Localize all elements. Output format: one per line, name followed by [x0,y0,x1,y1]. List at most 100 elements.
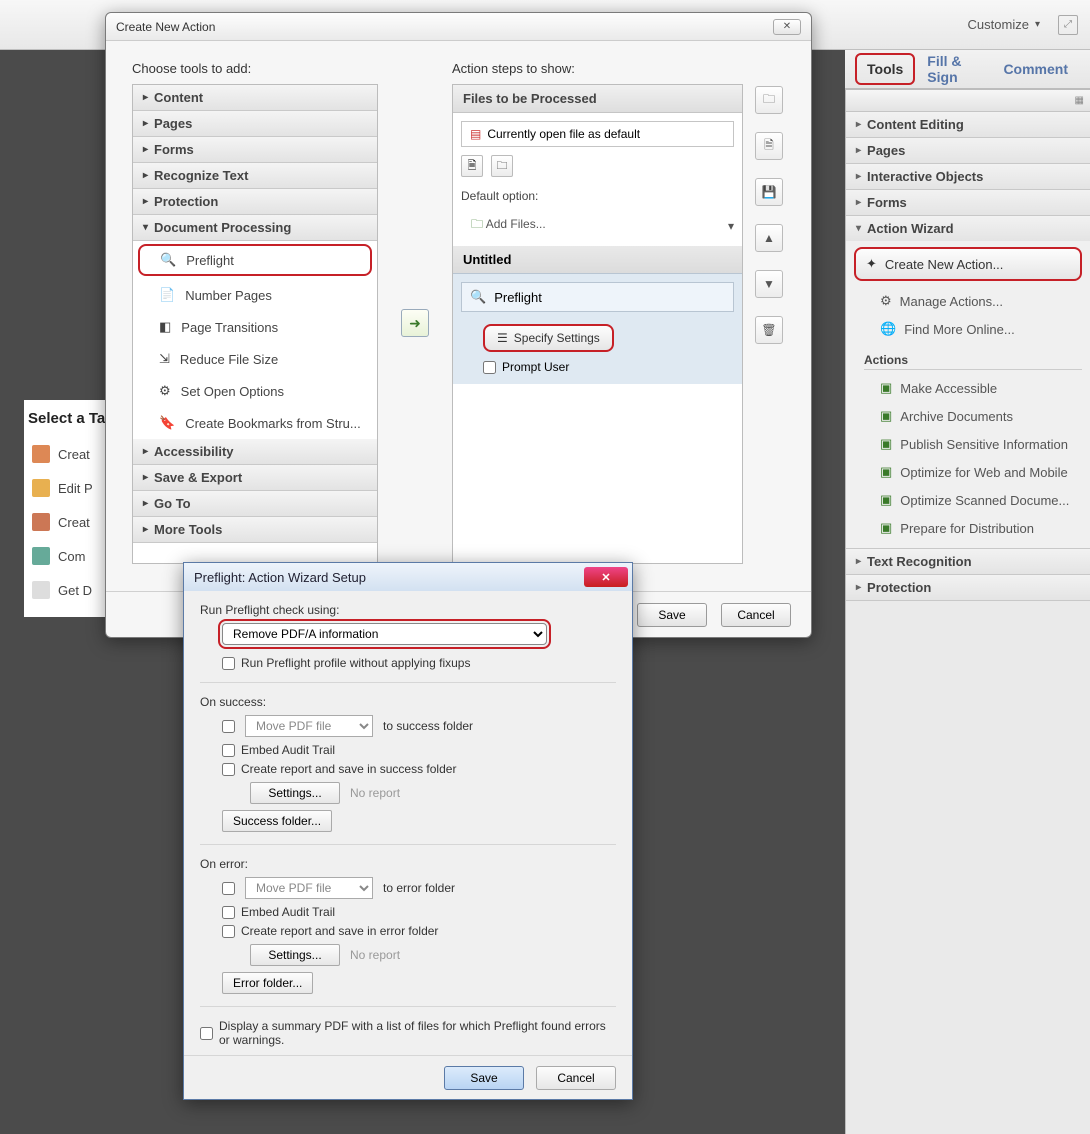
cat-save-export[interactable]: ▸Save & Export [133,465,377,491]
page-plus-icon: 🗎 [764,136,774,157]
task-item-2[interactable]: Edit P [28,471,113,505]
error-report-checkbox[interactable] [222,925,235,938]
add-arrow-icon: ➜ [409,315,421,332]
tool-preflight[interactable]: 🔍Preflight [138,244,372,276]
task-item-5[interactable]: Get D [28,573,113,607]
preflight-cancel-button[interactable]: Cancel [536,1066,616,1090]
check-icon: ▣ [880,408,892,424]
maximize-icon[interactable]: ⤢ [1058,15,1078,35]
customize-dropdown[interactable]: Customize [960,13,1048,36]
triangle-up-icon: ▲ [763,231,775,245]
file-icon: 🗎 [468,157,477,176]
task-item-4[interactable]: Com [28,539,113,573]
action-publish-sensitive[interactable]: ▣Publish Sensitive Information [854,430,1082,458]
to-error-label: to error folder [383,881,455,895]
cat-forms[interactable]: ▸Forms [133,137,377,163]
cat-recognize-text[interactable]: ▸Recognize Text [133,163,377,189]
dialog-cancel-button[interactable]: Cancel [721,603,791,627]
success-settings-button[interactable]: Settings... [250,782,340,804]
preflight-profile-select[interactable]: Remove PDF/A information [222,623,547,645]
cat-go-to[interactable]: ▸Go To [133,491,377,517]
success-move-checkbox[interactable] [222,720,235,733]
accordion-pages[interactable]: ▸Pages [846,138,1090,163]
prompt-user-row[interactable]: Prompt User [483,360,734,374]
add-page-step-button[interactable]: 🗎 [755,132,783,160]
cat-pages[interactable]: ▸Pages [133,111,377,137]
cat-document-processing[interactable]: ▾Document Processing [133,215,377,241]
success-folder-button[interactable]: Success folder... [222,810,332,832]
task-item-3[interactable]: Creat [28,505,113,539]
panel-header-strip: ▦ [846,90,1090,112]
accordion-protection[interactable]: ▸Protection [846,575,1090,600]
add-file-button[interactable]: 🗎 [461,155,483,177]
specify-settings-button[interactable]: ☰Specify Settings [483,324,614,352]
tool-set-open-options[interactable]: ⚙Set Open Options [133,375,377,407]
accordion-interactive-objects[interactable]: ▸Interactive Objects [846,164,1090,189]
globe-icon: 🌐 [880,321,896,337]
tool-create-bookmarks[interactable]: 🔖Create Bookmarks from Stru... [133,407,377,439]
add-step-button[interactable]: ➜ [401,309,429,337]
error-folder-button[interactable]: Error folder... [222,972,313,994]
delete-step-button[interactable]: 🗑 [755,316,783,344]
move-up-button[interactable]: ▲ [755,224,783,252]
preflight-setup-dialog: Preflight: Action Wizard Setup ✕ Run Pre… [183,562,633,1100]
manage-actions-link[interactable]: ⚙Manage Actions... [854,287,1082,315]
run-preflight-label: Run Preflight check using: [200,603,616,617]
action-archive-documents[interactable]: ▣Archive Documents [854,402,1082,430]
success-move-select[interactable]: Move PDF file [245,715,373,737]
preflight-close-button[interactable]: ✕ [584,567,628,587]
tool-number-pages[interactable]: 📄Number Pages [133,279,377,311]
error-move-select[interactable]: Move PDF file [245,877,373,899]
dialog-titlebar: Create New Action ✕ [106,13,811,41]
without-fixups-checkbox[interactable] [222,657,235,670]
dialog-close-button[interactable]: ✕ [773,19,801,35]
add-folder-button[interactable]: 🗀 [491,155,513,177]
tab-comment[interactable]: Comment [991,53,1080,85]
tab-fill-sign[interactable]: Fill & Sign [915,45,991,93]
compress-icon: ⇲ [159,351,170,367]
dialog-save-button[interactable]: Save [637,603,707,627]
cat-content[interactable]: ▸Content [133,85,377,111]
trash-icon: 🗑 [761,323,776,337]
preflight-save-button[interactable]: Save [444,1066,524,1090]
task-item-1[interactable]: Creat [28,437,113,471]
tool-reduce-file-size[interactable]: ⇲Reduce File Size [133,343,377,375]
add-files-dropdown[interactable]: 🗀 Add Files...▾ [471,215,734,236]
accordion-content-editing[interactable]: ▸Content Editing [846,112,1090,137]
files-processed-header: Files to be Processed [453,85,742,113]
add-save-step-button[interactable]: 💾 [755,178,783,206]
tool-page-transitions[interactable]: ◧Page Transitions [133,311,377,343]
cat-more-tools[interactable]: ▸More Tools [133,517,377,543]
success-embed-checkbox[interactable] [222,744,235,757]
action-make-accessible[interactable]: ▣Make Accessible [854,374,1082,402]
cat-protection[interactable]: ▸Protection [133,189,377,215]
folder-icon: 🗀 [497,157,508,176]
find-more-online-link[interactable]: 🌐Find More Online... [854,315,1082,343]
add-folder-step-button[interactable]: 🗀 [755,86,783,114]
no-report-label: No report [350,786,400,800]
error-settings-button[interactable]: Settings... [250,944,340,966]
action-prepare-distribution[interactable]: ▣Prepare for Distribution [854,514,1082,542]
move-down-button[interactable]: ▼ [755,270,783,298]
tab-tools[interactable]: Tools [855,53,915,85]
create-new-action-button[interactable]: ✦Create New Action... [854,247,1082,281]
pdf-icon [32,445,50,463]
bookmark-icon: 🔖 [159,415,175,431]
save-plus-icon: 💾 [762,185,777,199]
action-optimize-scanned[interactable]: ▣Optimize Scanned Docume... [854,486,1082,514]
action-wizard-body: ✦Create New Action... ⚙Manage Actions...… [846,241,1090,548]
step-preflight[interactable]: 🔍Preflight [461,282,734,312]
gear-icon: ⚙ [880,293,892,309]
actions-section-label: Actions [864,353,1082,370]
prompt-user-checkbox[interactable] [483,361,496,374]
cat-accessibility[interactable]: ▸Accessibility [133,439,377,465]
summary-checkbox[interactable] [200,1027,213,1040]
success-report-checkbox[interactable] [222,763,235,776]
error-embed-checkbox[interactable] [222,906,235,919]
accordion-action-wizard[interactable]: ▾Action Wizard [846,216,1090,241]
transition-icon: ◧ [159,319,171,335]
action-optimize-web[interactable]: ▣Optimize for Web and Mobile [854,458,1082,486]
accordion-forms[interactable]: ▸Forms [846,190,1090,215]
accordion-text-recognition[interactable]: ▸Text Recognition [846,549,1090,574]
error-move-checkbox[interactable] [222,882,235,895]
